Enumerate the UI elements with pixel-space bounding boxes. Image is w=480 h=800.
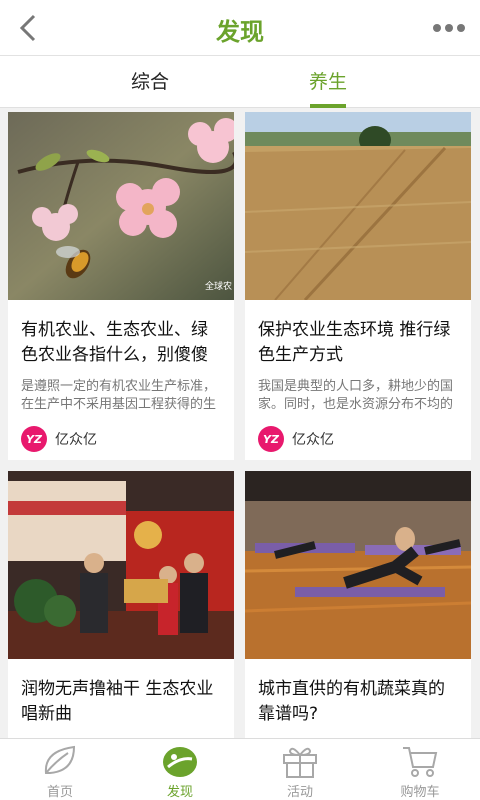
article-image-wheat-field (245, 112, 471, 300)
article-summary: 是遵照一定的有机农业生产标准，在生产中不采用基因工程获得的生 (21, 379, 217, 412)
gift-icon (283, 747, 317, 778)
author-logo: YZ (258, 426, 284, 452)
author-name: 亿众亿 (55, 432, 97, 448)
discover-bean-icon (163, 747, 197, 777)
page-title: 发现 (216, 18, 264, 46)
article-card[interactable]: 城市直供的有机蔬菜真的靠谱吗? (245, 471, 471, 741)
image-watermark: 全球农 (204, 282, 232, 292)
nav-label: 发现 (166, 785, 193, 800)
article-title[interactable]: 润物无声撸袖干 生态农业唱新曲 (21, 677, 224, 727)
article-summary: 我国是典型的人口多，耕地少的国家。同时，也是水资源分布不均的 (258, 379, 454, 412)
nav-label: 首页 (46, 785, 73, 800)
article-title[interactable]: 保护农业生态环境 推行绿色生产方式 (258, 318, 461, 368)
article-image-bee: 全球农 (8, 112, 234, 300)
article-image-ceremony (8, 471, 234, 659)
tab-health[interactable]: 养生 (208, 56, 448, 108)
nav-item-activity[interactable]: 活动 (240, 739, 360, 800)
nav-item-cart[interactable]: 购物车 (360, 739, 480, 800)
nav-item-discover[interactable]: 发现 (120, 739, 240, 800)
nav-label: 购物车 (400, 785, 440, 800)
article-card[interactable]: 润物无声撸袖干 生态农业唱新曲 (8, 471, 234, 741)
article-title[interactable]: 城市直供的有机蔬菜真的靠谱吗? (258, 677, 461, 727)
nav-label: 活动 (286, 785, 313, 800)
author-name: 亿众亿 (292, 432, 334, 448)
author-logo: YZ (21, 426, 47, 452)
cart-icon (403, 747, 438, 777)
tab-bar: 综合 养生 (0, 56, 480, 108)
article-author: YZ 亿众亿 (258, 426, 334, 452)
nav-item-home[interactable]: 首页 (0, 739, 120, 800)
active-tab-indicator (310, 104, 346, 108)
article-card[interactable]: 保护农业生态环境 推行绿色生产方式 我国是典型的人口多，耕地少的国家。同时，也是… (245, 112, 471, 460)
article-card[interactable]: 全球农 有机农业、生态农业、绿色农业各指什么，别傻傻 是遵照一定的有机农业生产标… (8, 112, 234, 460)
bottom-nav: 首页 发现 活动 购物车 (0, 738, 480, 800)
header-bar: 发现 (0, 0, 480, 56)
article-title[interactable]: 有机农业、生态农业、绿色农业各指什么，别傻傻 (21, 318, 224, 368)
article-author: YZ 亿众亿 (21, 426, 97, 452)
leaf-icon (44, 745, 76, 774)
more-dots-icon[interactable] (432, 14, 466, 42)
article-image-yoga (245, 471, 471, 659)
